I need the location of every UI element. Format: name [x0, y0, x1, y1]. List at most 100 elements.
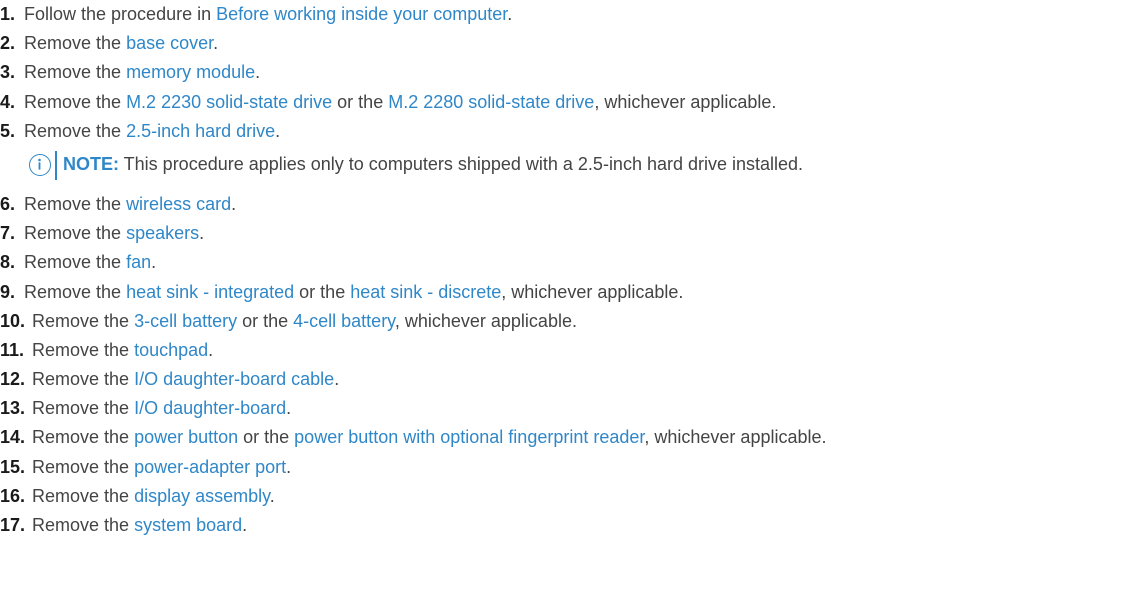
step-text-segment: , whichever applicable.: [594, 91, 777, 112]
step-link[interactable]: 3-cell battery: [134, 311, 237, 331]
procedure-step: 13. Remove the I/O daughter-board.: [0, 394, 1143, 423]
step-number: 12.: [0, 369, 26, 390]
step-link[interactable]: heat sink - discrete: [350, 282, 501, 302]
step-number: 9.: [0, 281, 16, 302]
step-text: Remove the base cover.: [24, 29, 218, 58]
step-number: 16.: [0, 485, 26, 506]
step-link[interactable]: power button with optional fingerprint r…: [294, 427, 644, 447]
step-number: 6.: [0, 193, 16, 214]
step-text-segment: Remove the: [32, 427, 135, 448]
step-text: Remove the speakers.: [24, 219, 204, 248]
step-link[interactable]: M.2 2230 solid-state drive: [126, 92, 332, 112]
note-callout: NOTE: This procedure applies only to com…: [0, 146, 1143, 190]
procedure-step: 10. Remove the 3-cell battery or the 4-ce…: [0, 307, 1143, 336]
procedure-step: 12. Remove the I/O daughter-board cable.: [0, 365, 1143, 394]
step-number: 10.: [0, 310, 26, 331]
step-link[interactable]: 4-cell battery: [293, 311, 395, 331]
procedure-steps-list: 1. Follow the procedure in Before working…: [0, 0, 1143, 540]
procedure-step: 16. Remove the display assembly.: [0, 482, 1143, 511]
step-number: 13.: [0, 398, 26, 419]
procedure-step: 3. Remove the memory module.: [0, 58, 1143, 87]
note-body: NOTE: This procedure applies only to com…: [63, 150, 803, 179]
step-link[interactable]: heat sink - integrated: [126, 282, 294, 302]
step-text: Remove the M.2 2230 solid-state drive or…: [24, 88, 776, 117]
step-text-segment: , whichever applicable.: [394, 310, 577, 331]
note-text: This procedure applies only to computers…: [119, 153, 804, 174]
procedure-step: 7. Remove the speakers.: [0, 219, 1143, 248]
step-link[interactable]: I/O daughter-board cable: [134, 369, 334, 389]
step-text-segment: or the: [332, 91, 389, 112]
step-text-segment: , whichever applicable.: [501, 281, 684, 302]
step-number: 17.: [0, 515, 26, 535]
procedure-step: 14. Remove the power button or the power …: [0, 423, 1143, 452]
step-text-segment: .: [151, 252, 157, 273]
note-divider: [55, 150, 57, 180]
step-link[interactable]: Before working inside your computer: [216, 4, 507, 24]
step-text-segment: or the: [294, 281, 351, 302]
step-link[interactable]: power-adapter port: [134, 457, 286, 477]
step-number: 8.: [0, 252, 16, 273]
step-text-segment: Remove the: [32, 369, 135, 390]
step-text: Remove the wireless card.: [24, 190, 236, 219]
step-link[interactable]: system board: [134, 515, 242, 535]
step-link[interactable]: memory module: [126, 62, 255, 82]
procedure-step: 11. Remove the touchpad.: [0, 336, 1143, 365]
step-text-segment: Remove the: [32, 456, 135, 477]
step-link[interactable]: M.2 2280 solid-state drive: [388, 92, 594, 112]
step-number: 7.: [0, 223, 16, 244]
step-text-segment: Remove the: [32, 515, 135, 535]
note-label: NOTE:: [63, 153, 119, 174]
info-circle-icon: [29, 153, 51, 176]
procedure-step: 2. Remove the base cover.: [0, 29, 1143, 58]
step-text-segment: Remove the: [32, 310, 135, 331]
step-text: Remove the system board.: [32, 511, 247, 540]
step-text: Remove the display assembly.: [32, 482, 275, 511]
step-text: Remove the memory module.: [24, 58, 260, 87]
step-link[interactable]: wireless card: [126, 194, 231, 214]
step-text-segment: .: [286, 398, 292, 419]
procedure-step: 8. Remove the fan.: [0, 248, 1143, 277]
step-text-segment: Remove the: [24, 33, 127, 54]
step-link[interactable]: touchpad: [134, 340, 208, 360]
procedure-step: 17. Remove the system board.: [0, 511, 1143, 540]
step-link[interactable]: display assembly: [134, 486, 270, 506]
step-text-segment: Remove the: [24, 252, 127, 273]
step-text-segment: or the: [238, 427, 295, 448]
step-number: 5.: [0, 120, 16, 141]
step-number: 14.: [0, 427, 26, 448]
procedure-step: 1. Follow the procedure in Before working…: [0, 0, 1143, 29]
step-text-segment: .: [255, 62, 261, 83]
step-text: Remove the fan.: [24, 248, 156, 277]
step-text-segment: .: [199, 223, 205, 244]
step-link[interactable]: base cover: [126, 33, 213, 53]
step-text-segment: .: [507, 4, 513, 24]
step-text-segment: Remove the: [24, 223, 127, 244]
step-text-segment: .: [208, 339, 214, 360]
step-text-segment: Remove the: [32, 485, 135, 506]
step-link[interactable]: fan: [126, 252, 151, 272]
procedure-step: 4. Remove the M.2 2230 solid-state drive …: [0, 88, 1143, 117]
step-text-segment: .: [334, 369, 340, 390]
step-text-segment: Remove the: [24, 193, 127, 214]
step-text-segment: Remove the: [32, 339, 135, 360]
step-link[interactable]: 2.5-inch hard drive: [126, 121, 275, 141]
step-text-segment: Remove the: [24, 120, 127, 141]
step-text-segment: Remove the: [24, 62, 127, 83]
procedure-step: 5. Remove the 2.5-inch hard drive.: [0, 117, 1143, 146]
step-number: 3.: [0, 62, 16, 83]
step-text-segment: .: [269, 485, 275, 506]
procedure-step: 15. Remove the power-adapter port.: [0, 453, 1143, 482]
step-text-segment: Remove the: [32, 398, 135, 419]
step-link[interactable]: power button: [134, 427, 238, 447]
step-number: 2.: [0, 33, 16, 54]
step-text: Remove the power-adapter port.: [32, 453, 291, 482]
step-link[interactable]: speakers: [126, 223, 199, 243]
step-text-segment: Follow the procedure in: [24, 4, 217, 24]
step-text-segment: .: [231, 193, 237, 214]
step-text: Remove the I/O daughter-board cable.: [32, 365, 339, 394]
step-text-segment: or the: [237, 310, 294, 331]
step-link[interactable]: I/O daughter-board: [134, 398, 286, 418]
step-text-segment: .: [275, 120, 281, 141]
step-number: 1.: [0, 4, 16, 24]
step-text-segment: Remove the: [24, 91, 127, 112]
